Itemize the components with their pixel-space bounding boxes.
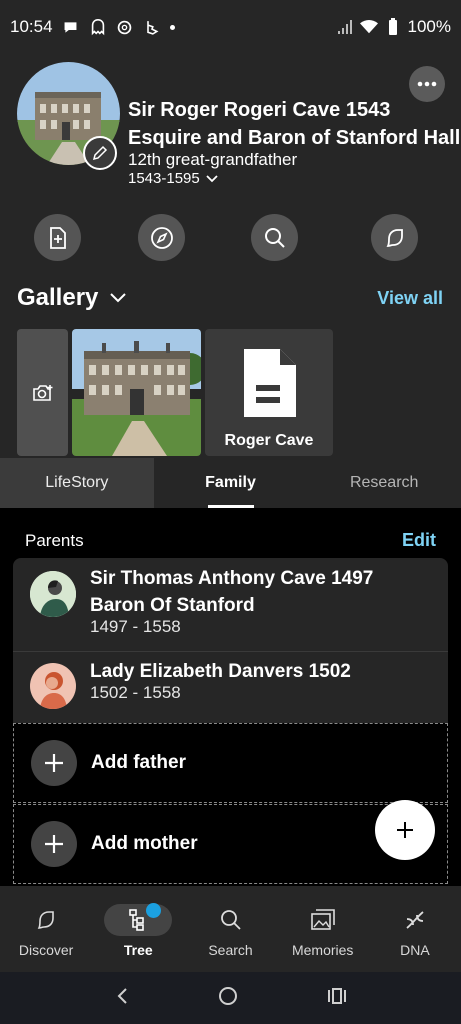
add-photo-icon <box>32 384 52 401</box>
parent-mother-row[interactable]: Lady Elizabeth Danvers 1502 1502 - 1558 <box>13 652 448 723</box>
bing-icon <box>143 18 161 36</box>
gallery-document[interactable]: Roger Cave <box>205 329 333 456</box>
chat-icon <box>386 228 403 247</box>
parents-card: Sir Thomas Anthony Cave 1497 Baron Of St… <box>13 558 448 723</box>
profile-tabs: LifeStory Family Research <box>0 458 461 508</box>
tab-research[interactable]: Research <box>307 458 461 508</box>
chevron-down-icon <box>110 293 127 303</box>
back-icon[interactable] <box>115 987 129 1010</box>
person-name-line1: Sir Roger Rogeri Cave 1543 <box>128 99 391 121</box>
signal-icon <box>336 18 354 36</box>
add-father-row[interactable]: Add father <box>13 723 448 803</box>
parent-father-row[interactable]: Sir Thomas Anthony Cave 1497 Baron Of St… <box>13 558 448 651</box>
more-icon <box>417 81 437 87</box>
memories-icon <box>289 904 357 936</box>
mother-years: 1502 - 1558 <box>90 683 181 702</box>
compass-icon <box>150 226 173 249</box>
lifespan-dropdown[interactable]: 1543-1595 <box>128 170 218 187</box>
profile-photo[interactable] <box>17 62 120 170</box>
female-avatar-icon <box>30 663 76 709</box>
view-all-link[interactable]: View all <box>377 288 443 309</box>
father-years: 1497 - 1558 <box>90 617 181 636</box>
gallery-dropdown[interactable]: Gallery <box>17 284 127 312</box>
male-avatar-icon <box>30 571 76 617</box>
comments-button[interactable] <box>371 214 418 261</box>
add-record-icon <box>49 226 66 249</box>
nav-search[interactable]: Search <box>184 886 276 972</box>
add-father-label: Add father <box>91 752 186 773</box>
nav-discover-label: Discover <box>18 942 74 958</box>
parents-heading: Parents <box>25 531 84 550</box>
nav-tree[interactable]: Tree <box>92 886 184 972</box>
recents-icon[interactable] <box>327 987 347 1010</box>
threads-icon <box>116 18 134 36</box>
person-name-line2: Esquire and Baron of Stanford Hall <box>128 127 461 149</box>
nav-memories[interactable]: Memories <box>277 886 369 972</box>
add-record-button[interactable] <box>34 214 81 261</box>
document-label: Roger Cave <box>224 432 314 449</box>
status-bar: 10:54 100% <box>0 0 461 54</box>
plus-icon <box>397 822 413 838</box>
search-icon <box>197 904 265 936</box>
battery-icon <box>384 18 402 36</box>
add-mother-label: Add mother <box>91 833 198 854</box>
status-time: 10:54 <box>10 17 53 36</box>
relationship-label: 12th great-grandfather <box>128 150 298 169</box>
battery-level: 100% <box>407 17 451 36</box>
nav-memories-label: Memories <box>291 942 354 958</box>
nav-dna[interactable]: DNA <box>369 886 461 972</box>
chevron-down-icon <box>206 174 218 182</box>
edit-photo-button[interactable] <box>83 136 117 170</box>
plus-icon <box>31 740 77 786</box>
lifespan-text: 1543-1595 <box>128 170 200 187</box>
father-name-line2: Baron Of Stanford <box>90 595 255 616</box>
home-icon[interactable] <box>218 986 238 1011</box>
gallery-photo[interactable] <box>72 329 201 456</box>
search-icon <box>264 227 285 248</box>
system-nav <box>0 972 461 1024</box>
add-photo-button[interactable] <box>17 329 68 456</box>
discover-icon <box>12 904 80 936</box>
nav-dna-label: DNA <box>400 942 430 958</box>
bottom-nav: Discover Tree Search Memories DNA <box>0 886 461 972</box>
plus-icon <box>31 821 77 867</box>
add-relative-fab[interactable] <box>375 800 435 860</box>
nav-search-label: Search <box>208 942 253 958</box>
gallery-title: Gallery <box>17 284 99 311</box>
nav-tree-label: Tree <box>123 942 153 958</box>
pencil-icon <box>92 145 108 161</box>
mother-name: Lady Elizabeth Danvers 1502 <box>90 661 351 682</box>
document-icon <box>244 349 296 417</box>
nav-discover[interactable]: Discover <box>0 886 92 972</box>
tree-icon <box>104 904 173 936</box>
explore-button[interactable] <box>138 214 185 261</box>
father-name-line1: Sir Thomas Anthony Cave 1497 <box>90 568 374 589</box>
profile-header: Sir Roger Rogeri Cave 1543 Esquire and B… <box>0 54 461 458</box>
more-options-button[interactable] <box>409 66 445 102</box>
message-icon <box>62 18 80 36</box>
tab-family[interactable]: Family <box>153 458 308 508</box>
wifi-icon <box>359 18 378 36</box>
notification-dot-icon <box>169 24 175 30</box>
tab-lifestory[interactable]: LifeStory <box>0 458 154 508</box>
ghost-icon <box>89 18 107 36</box>
dna-icon <box>381 904 449 936</box>
search-records-button[interactable] <box>251 214 298 261</box>
edit-parents-link[interactable]: Edit <box>402 530 436 551</box>
